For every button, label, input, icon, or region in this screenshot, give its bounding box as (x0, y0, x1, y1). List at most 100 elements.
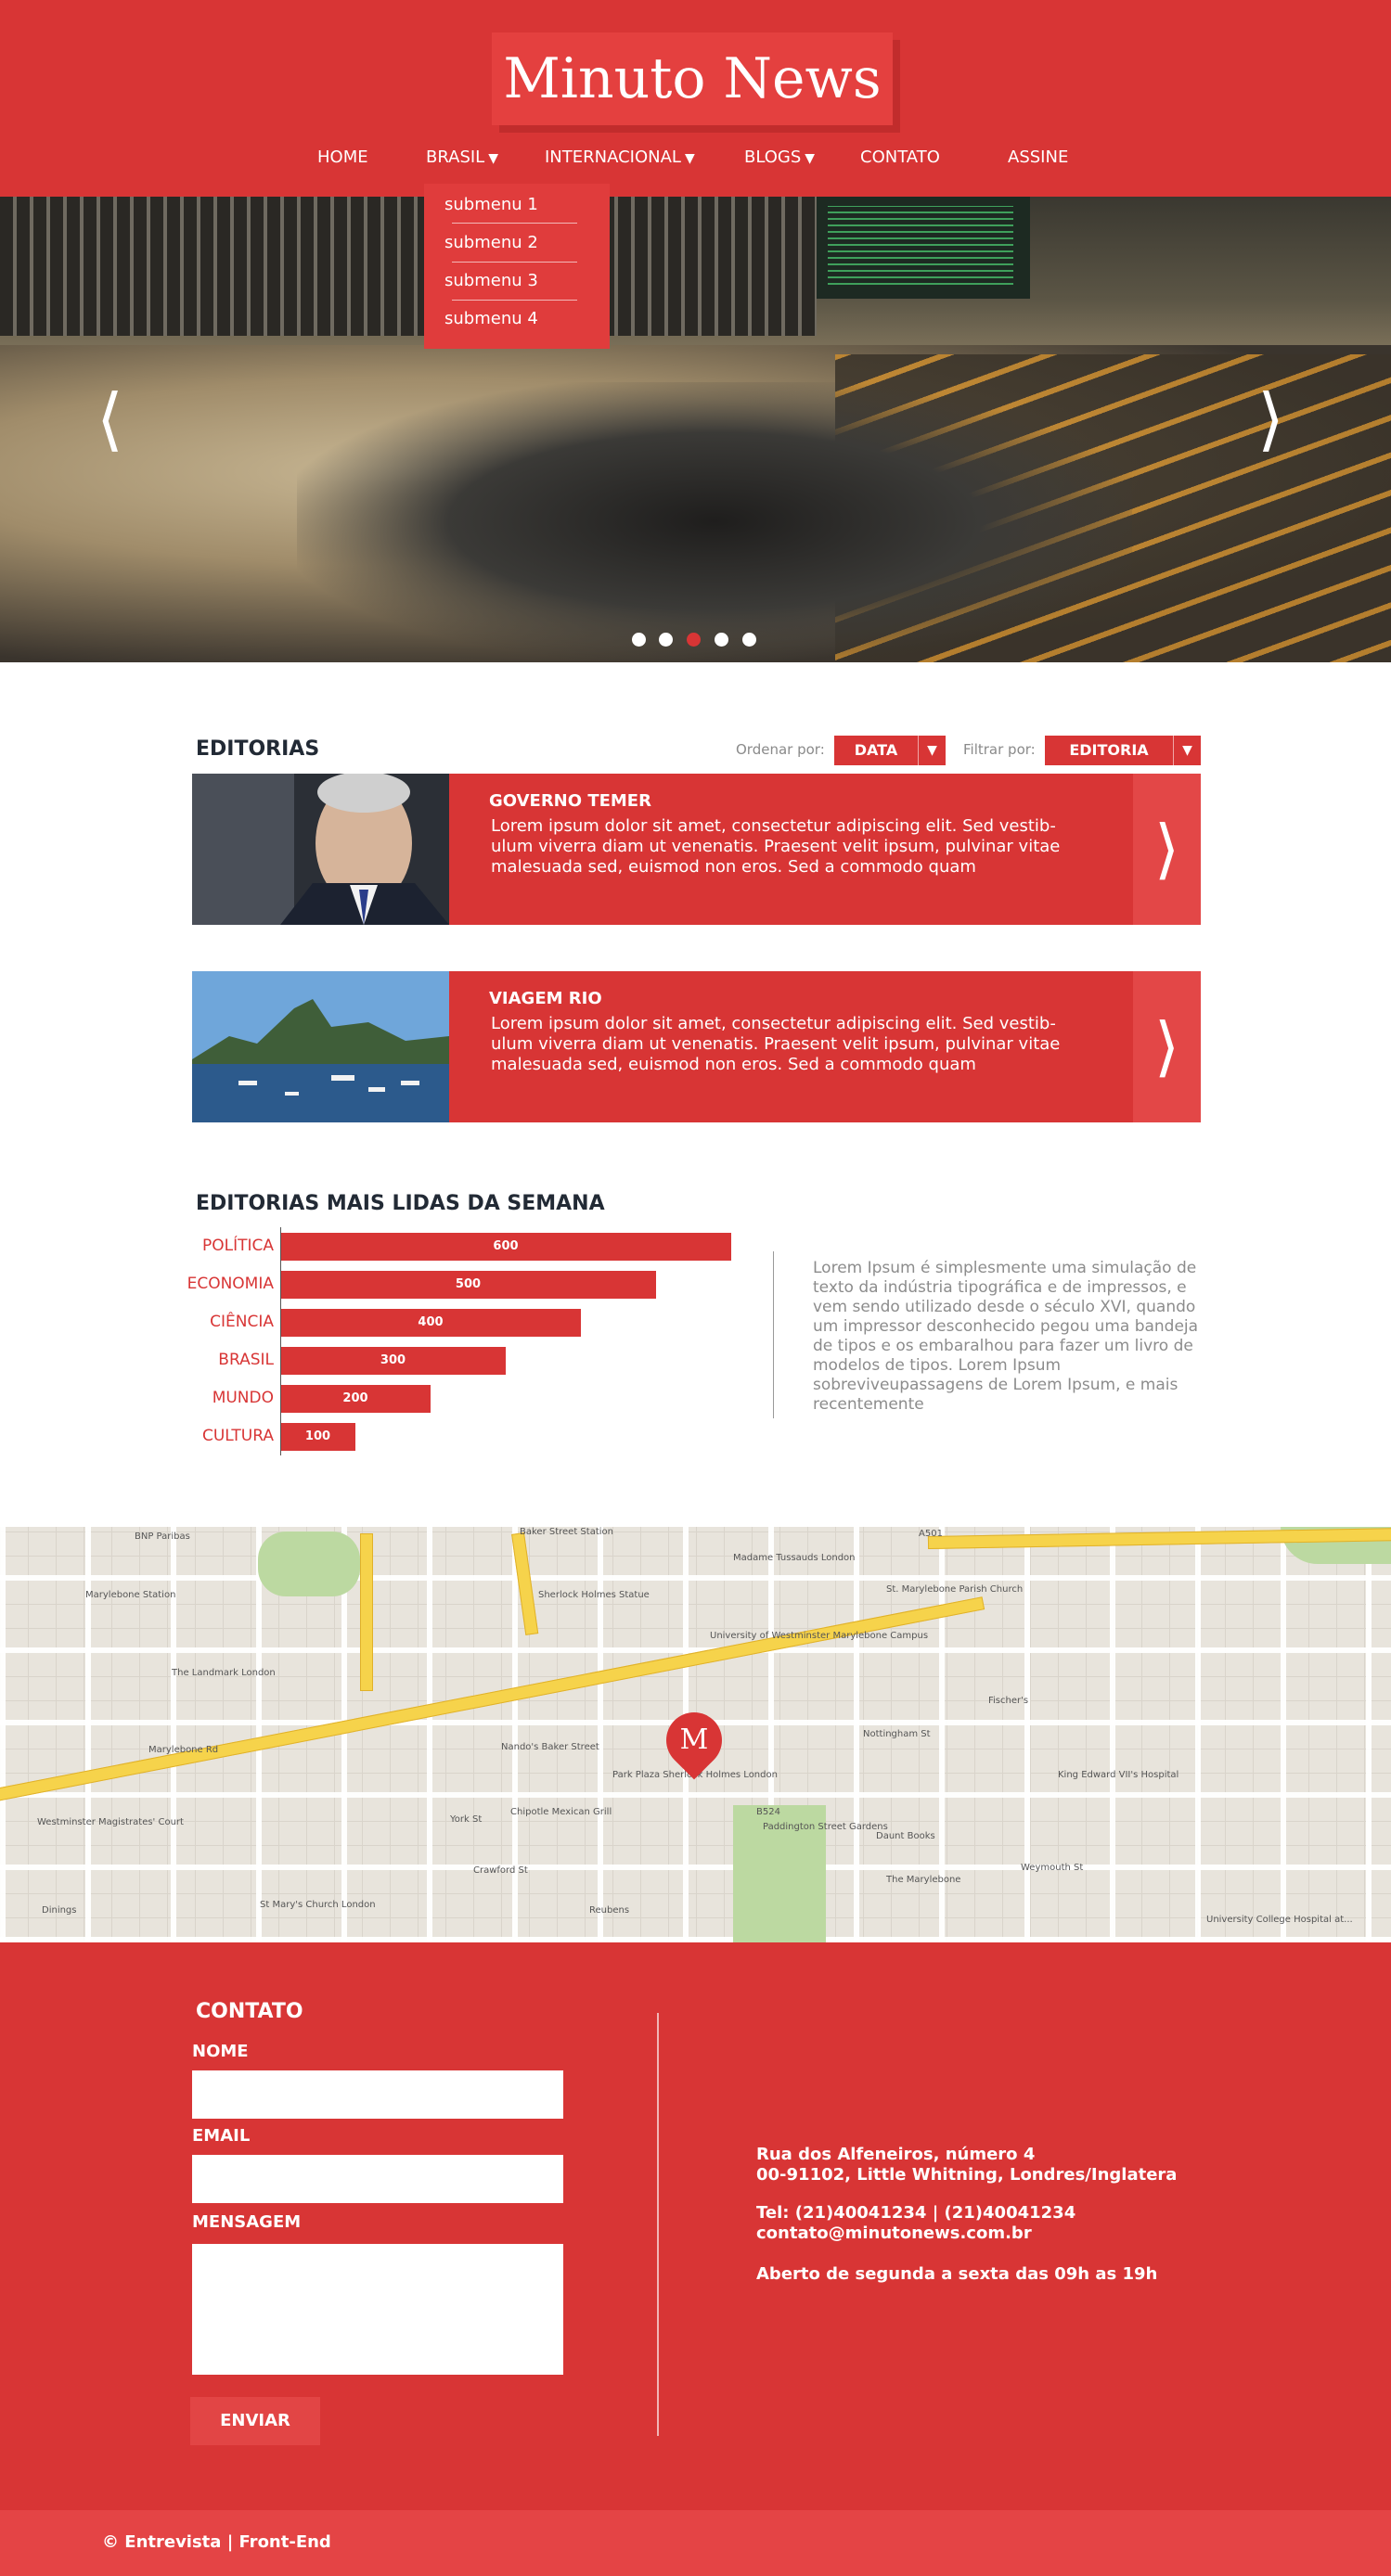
carousel-next-icon[interactable]: ⟩ (1257, 382, 1284, 456)
map-label: Dinings (42, 1905, 77, 1916)
map-label: Paddington Street Gardens (763, 1822, 888, 1832)
nav-blogs[interactable]: BLOGS ▼ (744, 147, 815, 170)
site-logo[interactable]: Minuto News (492, 32, 893, 125)
map-label: St Mary's Church London (260, 1900, 376, 1910)
name-input[interactable] (192, 2070, 563, 2119)
name-label: NOME (192, 2042, 249, 2061)
message-label: MENSAGEM (192, 2212, 302, 2232)
hero-image-wall (0, 197, 817, 336)
logo-text: Minuto News (503, 46, 882, 111)
send-button[interactable]: ENVIAR (190, 2397, 320, 2445)
map-label: University of Westminster Marylebone Cam… (710, 1631, 929, 1641)
submenu-item-2[interactable]: submenu 2 (444, 231, 579, 255)
filter-dropdown[interactable]: EDITORIA ▼ (1045, 736, 1201, 765)
chart-bar: 100 (280, 1423, 355, 1451)
chart-bar: 300 (280, 1347, 506, 1375)
map-label: Reubens (589, 1905, 630, 1916)
message-textarea[interactable] (192, 2244, 563, 2375)
chart-bar: 600 (280, 1233, 731, 1261)
carousel-prev-icon[interactable]: ⟨ (97, 382, 123, 456)
map-label: The Marylebone (886, 1875, 961, 1885)
chart-category-label: MUNDO (212, 1389, 274, 1407)
map-label: King Edward VII's Hospital (1058, 1770, 1179, 1780)
chevron-right-icon[interactable]: ⟩ (1133, 774, 1201, 925)
map-label: Marylebone Station (85, 1590, 176, 1600)
map-label: A501 (919, 1529, 943, 1539)
news-card[interactable]: VIAGEM RIO Lorem ipsum dolor sit amet, c… (192, 971, 1201, 1122)
news-card-title: VIAGEM RIO (489, 989, 602, 1008)
chevron-down-icon: ▼ (805, 151, 816, 166)
chart-data-label: 300 (380, 1353, 406, 1367)
nav-contato[interactable]: CONTATO (860, 147, 940, 169)
submenu-divider (452, 262, 577, 263)
carousel-dot[interactable] (742, 633, 756, 647)
map-label: Fischer's (988, 1696, 1029, 1706)
map-marker-icon[interactable]: M (654, 1700, 734, 1780)
brasil-submenu: submenu 1 submenu 2 submenu 3 submenu 4 (424, 184, 610, 349)
carousel-dot[interactable] (659, 633, 673, 647)
footer-text: © Entrevista | Front-End (102, 2532, 331, 2552)
nav-assine[interactable]: ASSINE (1008, 147, 1068, 169)
chart-category-label: CIÊNCIA (210, 1313, 274, 1331)
site-header: Minuto News (0, 0, 1391, 197)
order-dropdown[interactable]: DATA ▼ (834, 736, 946, 765)
hero-carousel: ⟨ ⟩ (0, 197, 1391, 662)
order-label: Ordenar por: (736, 741, 825, 758)
contact-title: CONTATO (196, 2000, 303, 2023)
map-label: Nottingham St (863, 1729, 931, 1739)
editorias-title: EDITORIAS (196, 737, 320, 761)
chevron-right-icon[interactable]: ⟩ (1133, 971, 1201, 1122)
carousel-dot[interactable] (632, 633, 646, 647)
chevron-down-icon: ▼ (1173, 736, 1201, 765)
map-label: BNP Paribas (135, 1532, 190, 1542)
news-card[interactable]: GOVERNO TEMER Lorem ipsum dolor sit amet… (192, 774, 1201, 925)
map-label: Daunt Books (876, 1831, 935, 1841)
chart-category-label: POLÍTICA (201, 1237, 274, 1255)
map-road (360, 1533, 373, 1691)
chart-data-label: 500 (455, 1277, 482, 1291)
chart-axis (280, 1227, 281, 1455)
map-label: Nando's Baker Street (501, 1742, 599, 1752)
map-road (511, 1532, 539, 1635)
carousel-dot-active[interactable] (687, 633, 701, 647)
opening-hours: Aberto de segunda a sexta das 09h as 19h (756, 2264, 1158, 2284)
chart-data-label: 400 (418, 1315, 444, 1329)
news-card-image (192, 971, 449, 1122)
chevron-down-icon: ▼ (488, 151, 498, 166)
nav-internacional[interactable]: INTERNACIONAL ▼ (545, 147, 695, 170)
map-label: Sherlock Holmes Statue (538, 1590, 650, 1600)
contact-email-text: contato@minutonews.com.br (756, 2224, 1032, 2243)
nav-home[interactable]: HOME (317, 147, 368, 169)
carousel-dot[interactable] (715, 633, 728, 647)
hero-image-scoreboard (817, 197, 1030, 299)
submenu-item-1[interactable]: submenu 1 (444, 193, 579, 217)
map-label: The Landmark London (172, 1668, 276, 1678)
map-label: York St (450, 1814, 483, 1825)
address-line-1: Rua dos Alfeneiros, número 4 (756, 2145, 1036, 2164)
map-label: Chipotle Mexican Grill (510, 1807, 612, 1817)
order-value: DATA (854, 741, 898, 759)
submenu-item-3[interactable]: submenu 3 (444, 269, 579, 293)
submenu-divider (452, 300, 577, 301)
map-label: St. Marylebone Parish Church (886, 1584, 1024, 1595)
chart-bar: 500 (280, 1271, 656, 1299)
news-card-text: Lorem ipsum dolor sit amet, consectetur … (491, 816, 1061, 877)
map-road-a501 (0, 1596, 985, 1804)
map-label: Baker Street Station (520, 1527, 613, 1537)
news-card-title: GOVERNO TEMER (489, 791, 651, 811)
map-label: Westminster Magistrates' Court (37, 1817, 184, 1827)
map-label: Marylebone Rd (148, 1745, 219, 1755)
map-label: Madame Tussauds London (733, 1553, 856, 1563)
filter-value: EDITORIA (1069, 741, 1149, 759)
nav-brasil[interactable]: BRASIL ▼ (426, 147, 498, 170)
submenu-item-4[interactable]: submenu 4 (444, 307, 579, 331)
side-text: Lorem Ipsum é simplesmente uma simulação… (813, 1259, 1199, 1414)
chart-bar: 400 (280, 1309, 581, 1337)
submenu-divider (452, 223, 577, 224)
email-input[interactable] (192, 2155, 563, 2203)
contact-divider (657, 2013, 659, 2436)
address-line-2: 00-91102, Little Whitning, Londres/Ingla… (756, 2165, 1178, 2185)
map-label: Crawford St (473, 1865, 528, 1876)
chevron-down-icon: ▼ (684, 151, 695, 166)
chart-category-label: BRASIL (218, 1351, 274, 1369)
